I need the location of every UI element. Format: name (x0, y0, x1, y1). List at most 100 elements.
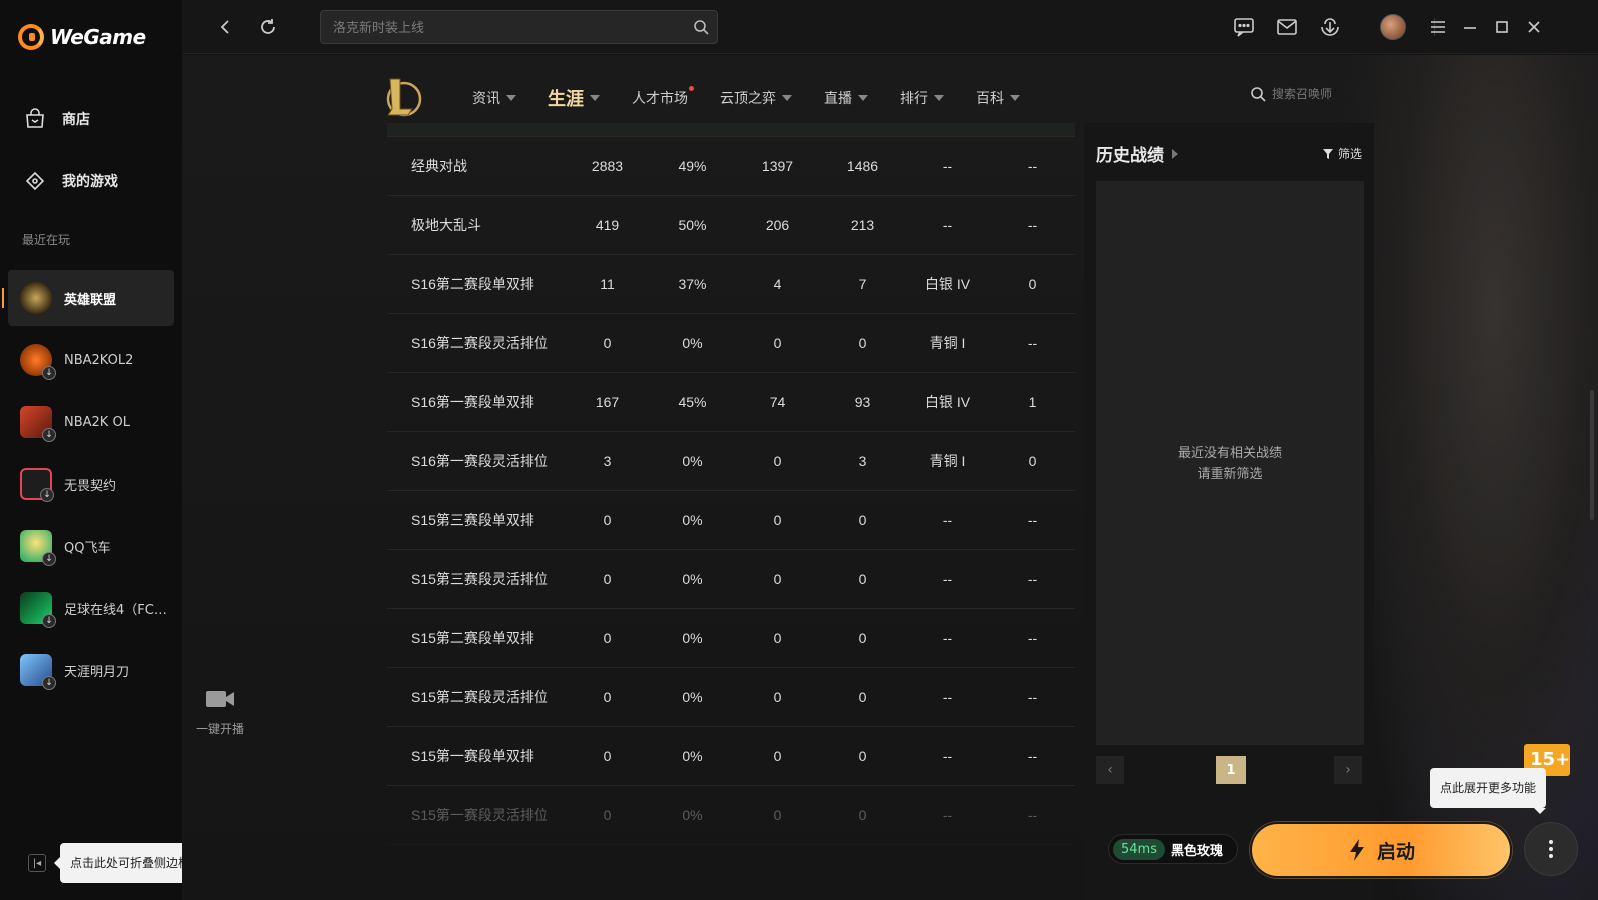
mail-button[interactable] (1275, 15, 1299, 39)
stat-cell: 0 (773, 630, 782, 646)
game-item-lol[interactable]: 英雄联盟 (2, 270, 174, 326)
stat-cell: -- (942, 158, 953, 174)
collapse-sidebar-button[interactable]: |◂ (28, 854, 46, 872)
stat-cell: 37% (678, 276, 707, 292)
tab-tft[interactable]: 云顶之弈 (720, 88, 792, 108)
chat-button[interactable] (1232, 15, 1256, 39)
game-label: 天涯明月刀 (64, 664, 130, 680)
stat-cell: 1 (1028, 394, 1037, 410)
tab-wiki[interactable]: 百科 (976, 88, 1020, 108)
page-number-button[interactable]: 1 (1216, 756, 1246, 784)
wegame-logo[interactable]: WeGame (18, 24, 146, 50)
sidebar-item-my-games[interactable]: 我的游戏 (22, 168, 118, 194)
game-label: NBA2KOL2 (64, 352, 134, 368)
caret-down-icon (1010, 95, 1020, 101)
table-row[interactable]: S15第三赛段单双排 0 0% 0 0 -- -- (387, 491, 1075, 550)
camera-icon (206, 691, 234, 707)
queue-name-cell: S15第一赛段单双排 (411, 748, 534, 764)
stat-cell: -- (942, 807, 953, 823)
match-history-title[interactable]: 历史战绩 (1096, 141, 1178, 166)
stat-cell: 0 (773, 807, 782, 823)
stat-cell: -- (942, 748, 953, 764)
scrollbar[interactable] (1590, 390, 1594, 520)
tab-label: 人才市场 (632, 91, 688, 107)
table-row[interactable]: S15第三赛段灵活排位 0 0% 0 0 -- -- (387, 550, 1075, 609)
table-row[interactable]: S16第二赛段灵活排位 0 0% 0 0 青铜 I -- (387, 314, 1075, 373)
queue-name-cell: S15第一赛段灵活排位 (411, 807, 548, 823)
game-label: 英雄联盟 (64, 292, 117, 308)
one-click-live-button[interactable]: 一键开播 (188, 688, 252, 737)
more-options-button[interactable] (1524, 822, 1578, 876)
filter-button[interactable]: 筛选 (1322, 145, 1362, 162)
download-icon: ↓ (42, 428, 56, 442)
notification-dot (689, 86, 694, 91)
download-manager-button[interactable] (1318, 15, 1342, 39)
queue-name-cell: S15第三赛段单双排 (411, 512, 534, 528)
tab-label: 排行 (900, 91, 928, 107)
stat-cell: -- (1027, 217, 1038, 233)
lol-logo[interactable] (382, 75, 422, 119)
nba2k-ol-game-icon: ↓ (20, 406, 56, 442)
download-icon: ↓ (42, 614, 56, 628)
close-button[interactable] (1522, 15, 1546, 39)
maximize-icon (1496, 21, 1508, 33)
table-row[interactable]: S16第二赛段单双排 11 37% 4 7 白银 IV 0 (387, 255, 1075, 314)
launch-button[interactable]: 启动 (1250, 822, 1512, 878)
stat-cell: 白银 IV (924, 276, 971, 292)
user-avatar[interactable] (1380, 14, 1406, 40)
game-item-qq-speed[interactable]: ↓ QQ飞车 (8, 518, 174, 574)
maximize-button[interactable] (1490, 15, 1514, 39)
prev-page-button[interactable]: ‹ (1096, 756, 1124, 784)
game-item-nba2kol2[interactable]: ↓ NBA2KOL2 (8, 332, 174, 388)
stat-cell: 青铜 I (929, 453, 966, 469)
tab-news[interactable]: 资讯 (472, 88, 516, 108)
global-search[interactable] (320, 10, 718, 44)
stat-cell: 0 (773, 689, 782, 705)
game-item-moonlight-blade[interactable]: ↓ 天涯明月刀 (8, 642, 174, 698)
menu-button[interactable] (1426, 15, 1450, 39)
table-row[interactable]: S15第一赛段单双排 0 0% 0 0 -- -- (387, 727, 1075, 786)
match-history-title-label: 历史战绩 (1096, 146, 1164, 166)
game-item-nba2k-ol[interactable]: ↓ NBA2K OL (8, 394, 174, 450)
game-item-fc-online[interactable]: ↓ 足球在线4（FC ... (8, 580, 174, 636)
main-content: 资讯 生涯 人才市场 云顶之弈 直播 排行 百科 搜索召唤师 经典对战 2883… (182, 55, 1598, 900)
chevron-right-icon (1172, 148, 1178, 159)
table-row[interactable]: S15第二赛段单双排 0 0% 0 0 -- -- (387, 609, 1075, 668)
table-row[interactable]: S16第一赛段单双排 167 45% 74 93 白银 IV 1 (387, 373, 1075, 432)
search-icon[interactable] (693, 19, 709, 39)
stat-cell: 1397 (761, 158, 794, 174)
close-icon (1528, 21, 1540, 33)
queue-name-cell: S16第一赛段单双排 (411, 394, 534, 410)
table-header (387, 123, 1075, 137)
stat-cell: 0 (858, 335, 867, 351)
back-button[interactable] (214, 15, 238, 39)
table-row[interactable]: S15第二赛段灵活排位 0 0% 0 0 -- -- (387, 668, 1075, 727)
empty-state-line2: 请重新筛选 (1197, 467, 1263, 482)
refresh-icon (261, 19, 275, 34)
next-page-button[interactable]: › (1334, 756, 1362, 784)
table-row[interactable]: S15第一赛段灵活排位 0 0% 0 0 -- -- (387, 786, 1075, 845)
tab-ranking[interactable]: 排行 (900, 88, 944, 108)
stat-cell: -- (942, 512, 953, 528)
download-icon: ↓ (42, 676, 56, 690)
wegame-logo-icon (18, 24, 44, 50)
stat-cell: 0% (682, 453, 703, 469)
table-row[interactable]: S16第一赛段灵活排位 3 0% 0 3 青铜 I 0 (387, 432, 1075, 491)
minimize-button[interactable] (1458, 15, 1482, 39)
mail-icon (1277, 19, 1297, 35)
tab-talent-market[interactable]: 人才市场 (632, 86, 694, 108)
server-name: 黑色玫瑰 (1170, 843, 1223, 859)
tab-career[interactable]: 生涯 (548, 85, 600, 111)
refresh-button[interactable] (256, 15, 280, 39)
table-row[interactable]: 极地大乱斗 419 50% 206 213 -- -- (387, 196, 1075, 255)
server-selector[interactable]: 54ms 黑色玫瑰 (1108, 834, 1238, 864)
stat-cell: 0 (858, 571, 867, 587)
stat-cell: 45% (678, 394, 707, 410)
sidebar-item-store[interactable]: 商店 (22, 106, 90, 132)
table-row[interactable]: 经典对战 2883 49% 1397 1486 -- -- (387, 137, 1075, 196)
global-search-input[interactable] (321, 11, 717, 43)
game-item-valorant[interactable]: ↓ 无畏契约 (8, 456, 174, 512)
summoner-search[interactable]: 搜索召唤师 (1250, 85, 1332, 102)
stat-cell: 7 (858, 276, 867, 292)
tab-live[interactable]: 直播 (824, 88, 868, 108)
